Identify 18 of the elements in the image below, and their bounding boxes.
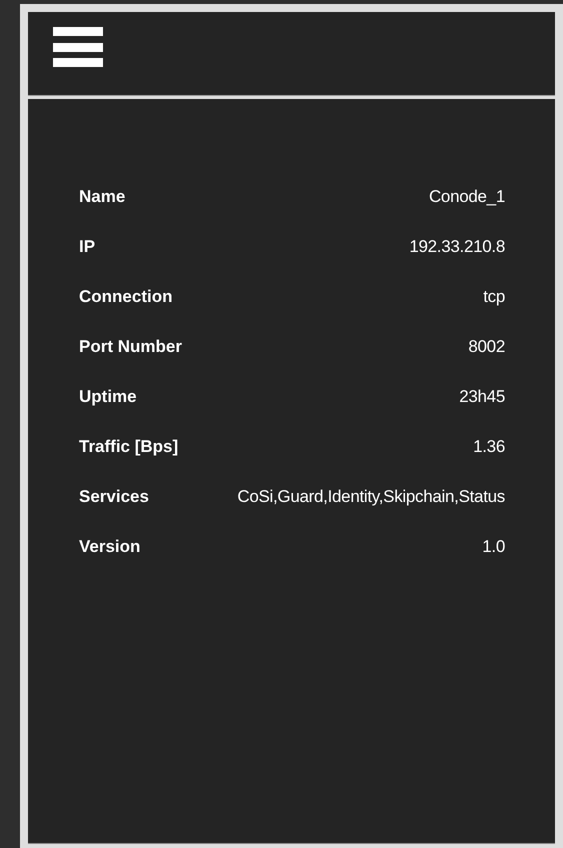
field-value: Conode_1 (428, 187, 505, 207)
field-value: 192.33.210.8 (409, 237, 505, 257)
field-label: Port Number (79, 337, 182, 357)
field-label: Name (79, 187, 126, 207)
field-value: tcp (483, 287, 505, 307)
field-label: Services (79, 487, 149, 507)
field-label: Version (79, 537, 140, 557)
field-value: 1.0 (482, 537, 505, 557)
field-value: 8002 (468, 337, 505, 357)
field-value: 1.36 (473, 437, 505, 457)
field-label: IP (79, 237, 96, 257)
menu-icon (53, 27, 103, 69)
field-label: Traffic [Bps] (79, 437, 178, 457)
menu-button[interactable] (53, 27, 103, 69)
field-label: Connection (79, 287, 172, 307)
field-value: 23h45 (459, 387, 505, 407)
field-label: Uptime (79, 387, 137, 407)
field-value: CoSi,Guard,Identity,Skipchain,Status (237, 487, 505, 507)
